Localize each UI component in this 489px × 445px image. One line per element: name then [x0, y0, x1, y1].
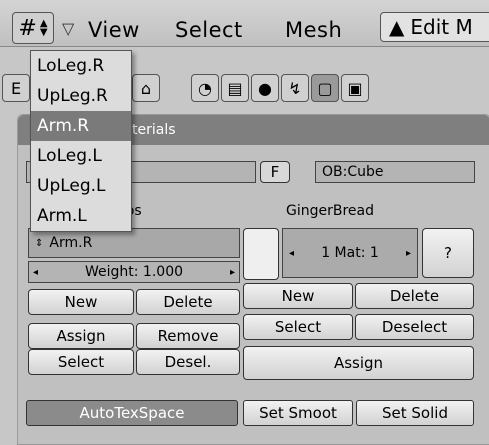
- mode-label: Edit M: [410, 15, 473, 39]
- object-name-field[interactable]: OB:Cube: [315, 161, 475, 183]
- set-solid-button[interactable]: Set Solid: [356, 400, 474, 426]
- home-icon[interactable]: ⌂: [132, 74, 160, 102]
- collapse-triangle-icon[interactable]: ▽: [62, 19, 74, 38]
- material-deselect-label: Deselect: [381, 318, 448, 336]
- help-button[interactable]: ?: [422, 228, 474, 278]
- material-deselect-button[interactable]: Deselect: [355, 314, 474, 340]
- set-solid-label: Set Solid: [382, 404, 448, 422]
- dropdown-item[interactable]: UpLeg.R: [31, 81, 131, 111]
- dropdown-item[interactable]: Arm.L: [31, 201, 131, 231]
- header-bar: # ▲ ▼ ▽ View Select Mesh ▲ Edit M: [0, 0, 489, 47]
- left-arrow-icon: ◂: [289, 247, 295, 259]
- material-select-label: Select: [274, 318, 322, 336]
- vgroup-select-button[interactable]: Select: [28, 349, 134, 375]
- menu-select[interactable]: Select: [175, 18, 243, 42]
- mode-selector[interactable]: ▲ Edit M: [380, 12, 489, 42]
- vgroup-delete-button[interactable]: Delete: [136, 289, 240, 315]
- vgroup-new-label: New: [64, 293, 98, 311]
- vgroup-deselect-label: Desel.: [164, 353, 212, 371]
- menu-mesh[interactable]: Mesh: [285, 18, 342, 42]
- vgroup-new-button[interactable]: New: [28, 289, 134, 315]
- shading-icon[interactable]: ◔: [191, 74, 219, 102]
- right-arrow-icon: ▸: [229, 266, 235, 278]
- manipulator-icon[interactable]: ↯: [281, 74, 309, 102]
- vertex-group-dropdown: LoLeg.R UpLeg.R Arm.R LoLeg.L UpLeg.L Ar…: [30, 50, 132, 232]
- right-arrow-icon: ▸: [405, 247, 411, 259]
- edit-mode-icon: ▲: [389, 15, 405, 39]
- material-index-field[interactable]: ◂ 1 Mat: 1 ▸: [282, 228, 418, 278]
- autotexspace-toggle[interactable]: AutoTexSpace: [26, 400, 238, 426]
- ob-label: OB:Cube: [322, 164, 384, 180]
- vertex-group-value: Arm.R: [49, 235, 93, 251]
- vgroup-delete-label: Delete: [163, 293, 213, 311]
- dropdown-item[interactable]: LoLeg.R: [31, 51, 131, 81]
- layers-icon[interactable]: ▤: [221, 74, 249, 102]
- editor-type-button[interactable]: # ▲ ▼: [12, 12, 54, 44]
- vgroup-assign-button[interactable]: Assign: [28, 323, 134, 349]
- material-new-button[interactable]: New: [243, 283, 353, 309]
- grid-icon: #: [18, 15, 37, 41]
- box-select-icon[interactable]: ▢: [311, 74, 339, 102]
- material-delete-label: Delete: [389, 287, 440, 305]
- vgroup-assign-label: Assign: [56, 327, 106, 345]
- material-name: GingerBread: [286, 203, 374, 219]
- dropdown-item[interactable]: UpLeg.L: [31, 171, 131, 201]
- updown-icon: ⇕: [35, 237, 44, 249]
- material-select-button[interactable]: Select: [243, 314, 353, 340]
- image-icon[interactable]: ▣: [341, 74, 369, 102]
- vgroup-deselect-button[interactable]: Desel.: [136, 349, 240, 375]
- vertex-group-selector[interactable]: ⇕ Arm.R: [28, 228, 240, 258]
- vgroup-select-label: Select: [57, 353, 105, 371]
- f-label: F: [270, 163, 280, 181]
- partial-button[interactable]: E: [2, 74, 30, 102]
- updown-arrows-icon: ▲ ▼: [39, 18, 48, 38]
- set-smooth-label: Set Smoot: [259, 404, 337, 422]
- material-assign-button[interactable]: Assign: [243, 346, 474, 380]
- material-delete-button[interactable]: Delete: [355, 283, 474, 309]
- material-color-swatch[interactable]: [243, 228, 279, 280]
- weight-value: Weight: 1.000: [84, 264, 184, 280]
- material-assign-label: Assign: [333, 354, 384, 372]
- fake-user-button[interactable]: F: [260, 161, 290, 183]
- vgroup-remove-button[interactable]: Remove: [136, 323, 240, 349]
- autotexspace-label: AutoTexSpace: [79, 404, 185, 422]
- dropdown-item-active[interactable]: Arm.R: [31, 111, 131, 141]
- menu-view[interactable]: View: [88, 18, 140, 42]
- vgroup-remove-label: Remove: [157, 327, 219, 345]
- weight-field[interactable]: ◂ Weight: 1.000 ▸: [28, 261, 240, 283]
- help-label: ?: [444, 244, 452, 262]
- partial-label: E: [10, 78, 22, 98]
- dropdown-item[interactable]: LoLeg.L: [31, 141, 131, 171]
- sphere-icon[interactable]: ●: [251, 74, 279, 102]
- material-new-label: New: [281, 287, 315, 305]
- material-index-value: 1 Mat: 1: [321, 245, 379, 261]
- left-arrow-icon: ◂: [33, 266, 39, 278]
- set-smooth-button[interactable]: Set Smoot: [243, 400, 353, 426]
